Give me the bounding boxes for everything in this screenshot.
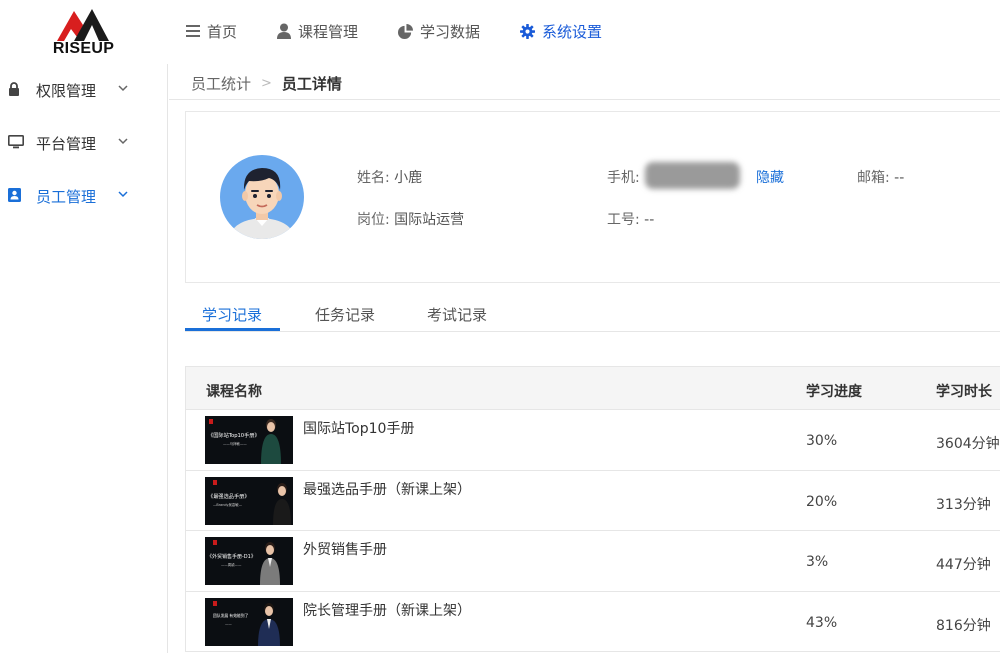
nav-learning-data-label: 学习数据	[420, 22, 481, 41]
table-row[interactable]: 《外贸销售手册-D1》 ——周颖—— 外贸销售手册 3% 447分钟	[185, 531, 1000, 592]
chevron-down-icon	[118, 138, 128, 145]
post-value: 国际站运营	[394, 212, 465, 228]
name-label: 姓名:	[357, 170, 390, 186]
thumbnail-title: 团队发展 有效能到了	[213, 613, 249, 618]
top-navigation: 首页 课程管理 学习数据 系统设置	[186, 0, 642, 62]
column-header-progress: 学习进度	[806, 384, 862, 400]
course-thumbnail: 团队发展 有效能到了 ——	[205, 597, 293, 646]
sidebar-item-platform[interactable]: 平台管理	[0, 123, 167, 163]
email-label: 邮箱:	[857, 170, 890, 186]
email-value: --	[894, 170, 905, 186]
breadcrumb-current: 员工详情	[281, 74, 342, 93]
course-name[interactable]: 最强选品手册（新课上架）	[303, 479, 471, 499]
course-duration: 3604分钟	[936, 436, 1000, 452]
table-header: 课程名称 学习进度 学习时长	[185, 366, 1000, 410]
job-number-value: --	[644, 212, 655, 228]
tab-learning-records[interactable]: 学习记录	[202, 304, 262, 325]
tab-task-records[interactable]: 任务记录	[315, 304, 375, 325]
tab-exam-records[interactable]: 考试记录	[427, 304, 487, 325]
gear-icon	[520, 23, 536, 39]
nav-system-settings[interactable]: 系统设置	[520, 21, 602, 42]
riseup-logo-mark	[57, 9, 109, 41]
thumbnail-subtitle: ——	[225, 622, 232, 626]
avatar	[220, 155, 304, 239]
nav-system-settings-label: 系统设置	[542, 22, 603, 41]
thumbnail-subtitle: ——马拜敏——	[223, 441, 247, 446]
job-number-field: 工号: --	[607, 209, 654, 229]
course-progress: 3%	[806, 554, 829, 570]
column-header-duration: 学习时长	[936, 384, 992, 400]
table-row[interactable]: 《国际站Top10手册》 ——马拜敏—— 国际站Top10手册 30% 3604…	[185, 410, 1000, 471]
user-icon	[277, 23, 292, 39]
contacts-icon	[8, 188, 21, 202]
sidebar: 权限管理 平台管理 员工管理	[0, 64, 168, 653]
thumbnail-title: 《最强选品手册》	[208, 492, 250, 500]
lock-icon	[9, 82, 19, 96]
name-value: 小鹿	[394, 170, 423, 186]
menu-icon	[186, 25, 200, 37]
sidebar-item-permissions[interactable]: 权限管理	[0, 70, 167, 110]
course-name[interactable]: 国际站Top10手册	[303, 418, 414, 438]
post-field: 岗位: 国际站运营	[357, 209, 464, 229]
course-name[interactable]: 院长管理手册（新课上架）	[303, 600, 471, 620]
course-duration: 816分钟	[936, 617, 991, 634]
divider	[185, 331, 1000, 332]
sidebar-item-staff-management[interactable]: 员工管理	[0, 176, 167, 216]
profile-card	[185, 111, 1000, 283]
nav-course-management[interactable]: 课程管理	[277, 21, 358, 42]
thumbnail-subtitle: ——周颖——	[221, 562, 242, 567]
sidebar-item-label: 平台管理	[36, 134, 97, 153]
sidebar-item-label: 权限管理	[36, 81, 97, 100]
nav-home[interactable]: 首页	[186, 21, 237, 42]
course-progress: 30%	[806, 433, 838, 449]
nav-course-management-label: 课程管理	[298, 22, 359, 41]
name-field: 姓名: 小鹿	[357, 167, 422, 187]
course-progress: 20%	[806, 493, 838, 510]
email-field: 邮箱: --	[857, 167, 904, 187]
table-row[interactable]: 《最强选品手册》 —Brandy吴嘉敏— 最强选品手册（新课上架） 20% 31…	[185, 470, 1000, 531]
phone-label: 手机:	[607, 170, 640, 186]
logo[interactable]: RISEUP	[0, 0, 167, 64]
course-thumbnail: 《国际站Top10手册》 ——马拜敏——	[205, 416, 293, 464]
course-progress: 43%	[806, 614, 838, 631]
thumbnail-title: 《外贸销售手册-D1》	[207, 553, 256, 560]
learning-records-table: 课程名称 学习进度 学习时长 《国际站Top10手册》 ——马拜敏—— 国际站T…	[185, 366, 1000, 652]
breadcrumb-parent-link[interactable]: 员工统计	[191, 73, 251, 94]
divider	[169, 99, 1000, 100]
column-header-course: 课程名称	[206, 384, 262, 400]
course-name[interactable]: 外贸销售手册	[303, 539, 387, 559]
phone-field: 手机:	[607, 167, 640, 187]
thumbnail-title: 《国际站Top10手册》	[208, 431, 260, 439]
breadcrumb-separator: >	[261, 75, 272, 91]
job-number-label: 工号:	[607, 212, 640, 228]
hide-phone-link[interactable]: 隐藏	[756, 167, 784, 187]
pie-chart-icon	[398, 23, 414, 39]
post-label: 岗位:	[357, 212, 390, 228]
record-tabs: 学习记录 任务记录 考试记录	[185, 294, 1000, 332]
chevron-down-icon	[118, 191, 128, 198]
course-duration: 447分钟	[936, 557, 991, 573]
phone-value-masked	[645, 162, 740, 189]
course-thumbnail: 《外贸销售手册-D1》 ——周颖——	[205, 537, 293, 585]
nav-learning-data[interactable]: 学习数据	[398, 21, 480, 42]
nav-home-label: 首页	[207, 22, 238, 41]
table-row[interactable]: 团队发展 有效能到了 —— 院长管理手册（新课上架） 43% 816分钟	[185, 591, 1000, 652]
course-duration: 313分钟	[936, 496, 991, 513]
breadcrumb: 员工统计 > 员工详情	[191, 73, 342, 93]
logo-text: RISEUP	[52, 40, 115, 57]
monitor-icon	[8, 135, 24, 149]
thumbnail-subtitle: —Brandy吴嘉敏—	[213, 502, 243, 507]
chevron-down-icon	[118, 85, 128, 92]
course-thumbnail: 《最强选品手册》 —Brandy吴嘉敏—	[205, 476, 293, 525]
sidebar-item-label: 员工管理	[36, 187, 97, 206]
